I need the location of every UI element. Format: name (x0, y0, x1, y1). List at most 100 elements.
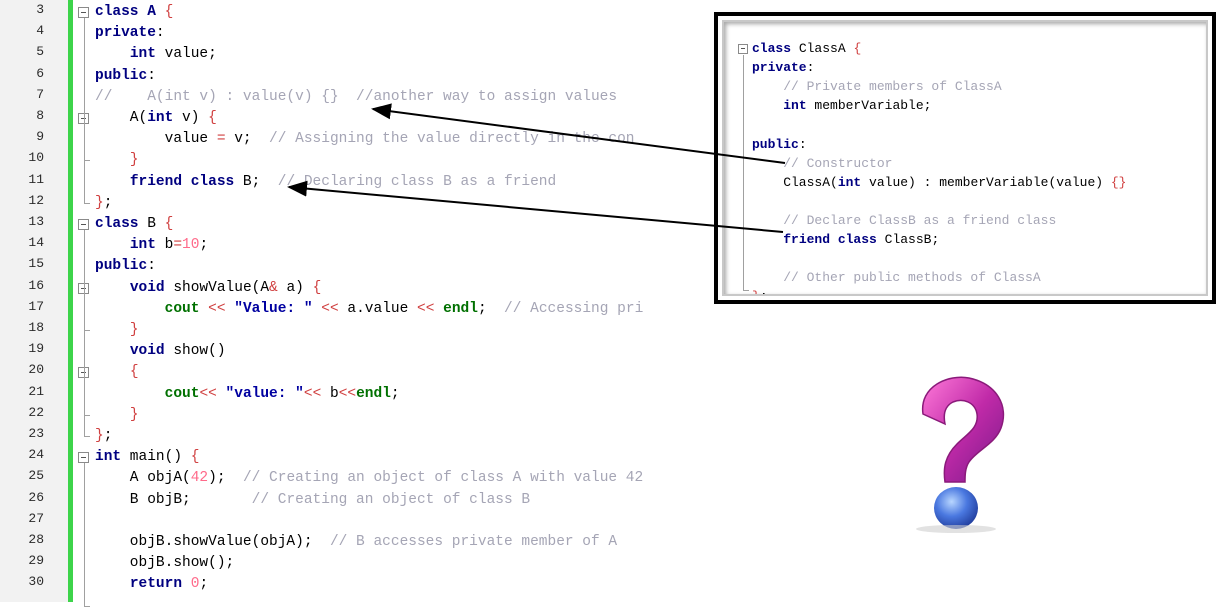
code-token: class A (95, 4, 165, 20)
code-token: {} (1110, 174, 1127, 190)
code-line[interactable]: // A(int v) : value(v) {} //another way … (95, 87, 617, 108)
code-token: // B accesses private member of A (329, 534, 618, 550)
code-token: show() (164, 343, 226, 360)
code-token: endl (434, 300, 478, 317)
line-number: 30 (28, 574, 44, 590)
fold-line (84, 124, 85, 161)
code-token: B; (234, 173, 278, 190)
code-line[interactable]: B objB; // Creating an object of class B (95, 490, 530, 511)
code-token: int (129, 46, 156, 63)
code-token: } (129, 152, 139, 169)
fold-end (84, 436, 90, 437)
code-token: ; (477, 300, 505, 317)
code-line[interactable]: int main() { (95, 447, 199, 468)
code-token: value) : memberVariable(value) (861, 174, 1111, 190)
code-line[interactable]: }; (95, 193, 112, 214)
line-number: 14 (28, 235, 44, 251)
line-number: 19 (28, 341, 44, 357)
inset-code-line: }; (752, 287, 768, 294)
code-token: // Private members of ClassA (752, 79, 1002, 95)
fold-toggle[interactable] (78, 219, 89, 230)
code-token: A objA( (95, 470, 191, 487)
code-token: << (417, 300, 435, 317)
code-token: ; (199, 237, 209, 254)
code-token: { (129, 364, 139, 381)
inset-code-line: // Other public methods of ClassA (752, 268, 1040, 287)
fold-toggle[interactable] (78, 452, 89, 464)
fold-end (84, 605, 90, 607)
code-token: // Creating an object of class A with va… (242, 470, 644, 487)
code-token: ClassA( (752, 174, 838, 190)
code-token: "Value: " (234, 300, 313, 317)
line-number: 25 (28, 468, 44, 484)
code-line[interactable]: A objA(42); // Creating an object of cla… (95, 468, 643, 489)
code-line[interactable]: } (95, 405, 139, 426)
inset-code-line: friend class ClassB; (752, 230, 939, 249)
code-token: ; (760, 289, 768, 294)
code-token: // Assigning the value directly in the c… (269, 131, 635, 148)
code-line[interactable]: objB.showValue(objA); // B accesses priv… (95, 532, 617, 553)
code-token: : (147, 258, 156, 275)
code-token: { (312, 279, 322, 296)
code-token: << (303, 385, 322, 402)
fold-end (84, 414, 90, 416)
line-number: 12 (28, 192, 44, 208)
code-token: : (155, 25, 165, 42)
code-line[interactable]: public: (95, 66, 156, 87)
code-line[interactable]: int value; (95, 44, 217, 65)
code-token: int (95, 449, 122, 466)
code-line[interactable]: private: (95, 23, 165, 44)
code-line[interactable]: { (95, 362, 139, 383)
code-line[interactable]: public: (95, 256, 156, 277)
line-number: 3 (36, 2, 44, 17)
code-line[interactable]: cout<< "value: "<< b<<endl; (95, 384, 400, 405)
code-token: ClassA (791, 41, 854, 56)
code-line[interactable]: class A { (95, 2, 173, 23)
code-line[interactable]: value = v; // Assigning the value direct… (95, 129, 635, 150)
line-number: 8 (36, 108, 44, 123)
code-line[interactable]: void showValue(A& a) { (95, 278, 321, 299)
inset-code-line: // Declare ClassB as a friend class (752, 211, 1056, 230)
inset-code-line: public: (752, 135, 807, 154)
code-token: = (216, 131, 226, 148)
code-line[interactable]: void show() (95, 341, 226, 362)
inset-code-area: class ClassA {private: // Private member… (722, 20, 1208, 296)
code-token: { (164, 216, 174, 232)
code-token: 10 (182, 237, 200, 254)
fold-toggle[interactable] (78, 7, 89, 18)
code-line[interactable]: friend class B; // Declaring class B as … (95, 172, 556, 193)
code-line[interactable]: cout << "Value: " << a.value << endl; //… (95, 299, 644, 320)
line-number: 6 (36, 65, 44, 81)
code-token: // Declaring class B as a friend (277, 173, 557, 190)
code-token: { (853, 41, 862, 56)
code-token: { (190, 449, 200, 466)
code-line[interactable]: class B { (95, 214, 173, 235)
code-line[interactable]: A(int v) { (95, 108, 217, 129)
question-mark-icon (916, 376, 1005, 533)
line-number: 29 (28, 553, 44, 569)
code-line[interactable]: }; (95, 426, 112, 447)
line-number: 7 (36, 86, 44, 102)
fold-toggle[interactable] (738, 44, 748, 54)
code-line[interactable]: objB.show(); (95, 553, 234, 574)
code-token: } (95, 428, 104, 444)
line-number: 26 (28, 489, 44, 505)
code-token: : (806, 60, 815, 76)
fold-end (84, 160, 90, 162)
inset-code-line: class ClassA { (752, 39, 861, 58)
code-line[interactable]: } (95, 320, 139, 341)
code-token: : (147, 67, 156, 84)
code-line[interactable]: return 0; (95, 574, 208, 595)
code-token: << (338, 385, 357, 402)
code-line[interactable]: int b=10; (95, 235, 208, 256)
code-token: objB.showValue(objA); (95, 534, 330, 550)
code-line[interactable]: } (95, 150, 139, 171)
code-token: v; (225, 131, 270, 148)
code-token: { (208, 110, 217, 126)
code-token: // Declare ClassB as a friend class (752, 212, 1057, 228)
code-token: "value: " (225, 385, 304, 402)
code-token: value (95, 131, 217, 148)
